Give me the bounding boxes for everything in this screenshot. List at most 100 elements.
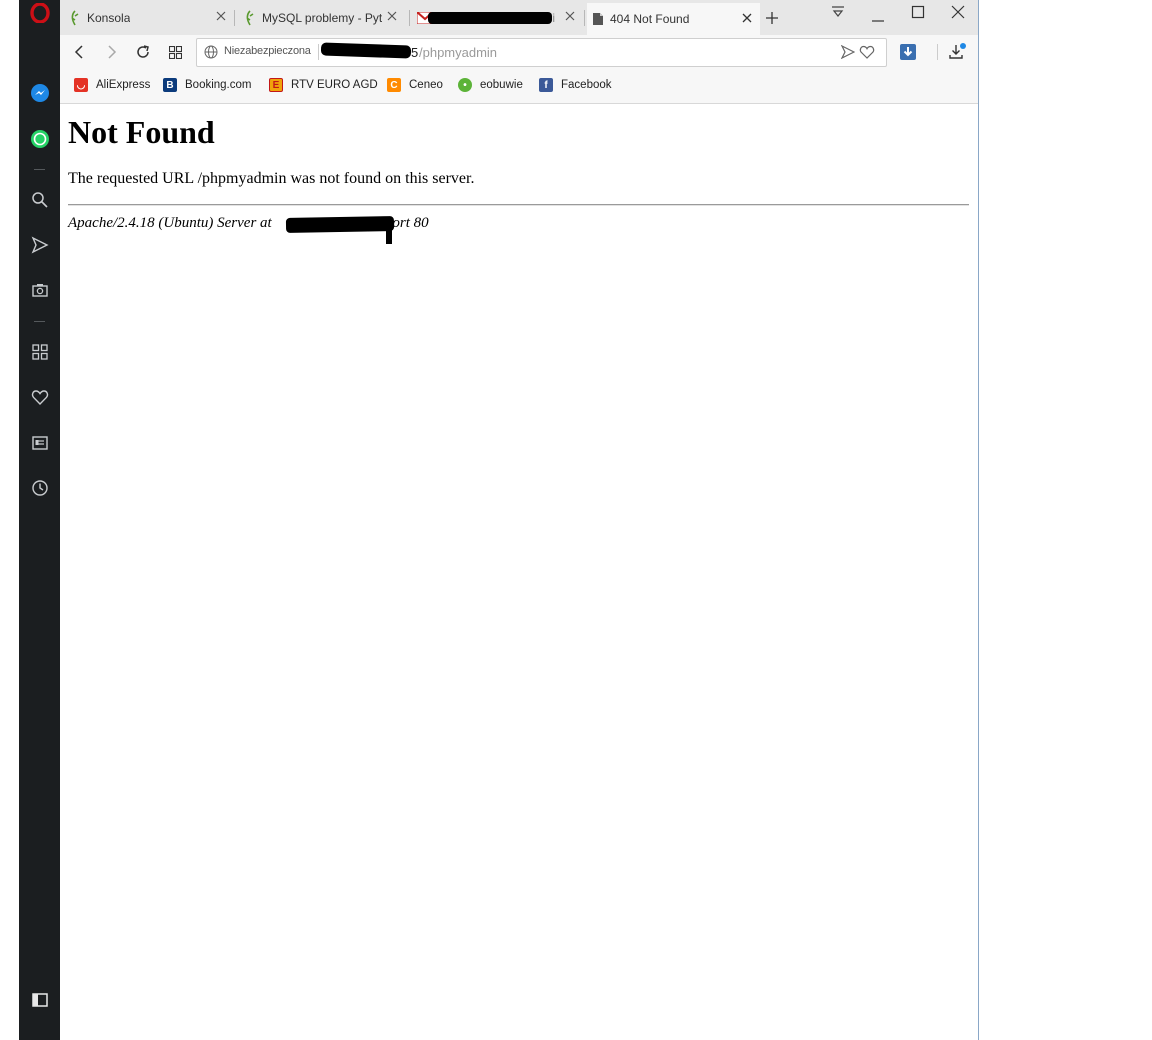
history-button[interactable]: [19, 478, 60, 498]
tab-bar: Konsola MySQL problemy - Pyt radi 404 No…: [60, 0, 978, 35]
reload-button[interactable]: [133, 42, 153, 62]
opera-sidebar: [19, 0, 60, 1040]
euro-agd-icon: E: [269, 78, 283, 92]
navigation-toolbar: Niezabezpieczona 5 /phpmyadmin: [60, 35, 978, 70]
redaction-mark: [320, 42, 412, 59]
bookmark-rtv-euro-agd[interactable]: E RTV EURO AGD: [269, 78, 378, 92]
tab-404-not-found[interactable]: 404 Not Found: [587, 3, 760, 35]
news-icon: [31, 436, 48, 450]
speed-dial-toolbar-button[interactable]: [165, 42, 185, 62]
eobuwie-icon: •: [458, 78, 472, 92]
leaf-favicon-icon: [71, 9, 79, 25]
bookmark-label: RTV EURO AGD: [291, 79, 378, 91]
clock-icon: [31, 480, 48, 496]
close-tab-icon[interactable]: [563, 9, 577, 23]
redaction-mark: [428, 12, 552, 24]
bookmarks-bar: ◡ AliExpress B Booking.com E RTV EURO AG…: [60, 70, 978, 104]
redaction-mark: [386, 226, 392, 244]
booking-icon: B: [163, 78, 177, 92]
whatsapp-button[interactable]: [19, 128, 60, 150]
sidebar-toggle-icon: [31, 993, 48, 1007]
bookmark-label: AliExpress: [96, 79, 151, 91]
bookmark-heart-icon[interactable]: [859, 44, 875, 60]
snapshot-button[interactable]: [19, 280, 60, 300]
security-label[interactable]: Niezabezpieczona: [224, 45, 311, 57]
bookmark-booking[interactable]: B Booking.com: [163, 78, 251, 92]
leaf-favicon-icon: [246, 9, 254, 25]
facebook-icon: f: [539, 78, 553, 92]
bookmark-eobuwie[interactable]: • eobuwie: [458, 78, 523, 92]
address-bar[interactable]: Niezabezpieczona 5 /phpmyadmin: [196, 38, 887, 67]
search-button[interactable]: [19, 190, 60, 210]
bookmark-label: Booking.com: [185, 79, 252, 91]
tab-title: Konsola: [87, 10, 131, 25]
signature-prefix: Apache/2.4.18 (Ubuntu) Server at: [68, 215, 272, 231]
news-button[interactable]: [19, 433, 60, 453]
tab-title: 404 Not Found: [610, 12, 690, 26]
new-tab-button[interactable]: [762, 8, 782, 28]
tab-menu-icon: [832, 6, 844, 17]
tab-separator: [234, 10, 235, 26]
heart-icon: [31, 390, 48, 406]
tab-separator: [584, 10, 585, 26]
close-tab-icon[interactable]: [214, 9, 228, 23]
opera-menu-button[interactable]: [19, 2, 60, 24]
maximize-icon: [911, 5, 925, 19]
url-host-tail: 5: [411, 45, 419, 60]
forward-icon: [108, 45, 117, 59]
bookmark-label: Ceneo: [409, 79, 443, 91]
grid-icon: [31, 344, 48, 360]
maximize-button[interactable]: [904, 1, 932, 23]
page-heading: Not Found: [68, 114, 215, 150]
back-button[interactable]: [70, 42, 90, 62]
tab-separator: [409, 10, 410, 26]
minimize-icon: [872, 20, 884, 22]
messenger-icon: [30, 84, 49, 102]
globe-icon[interactable]: [204, 45, 218, 59]
tab-title: MySQL problemy - Pyt: [262, 10, 382, 25]
camera-icon: [31, 284, 48, 297]
speed-dial-button[interactable]: [19, 342, 60, 362]
horizontal-rule: [68, 204, 969, 206]
close-window-icon: [951, 5, 965, 19]
page-favicon-icon: [593, 13, 603, 25]
tab-konsola[interactable]: Konsola: [68, 4, 230, 31]
search-icon: [31, 192, 48, 208]
bookmark-aliexpress[interactable]: ◡ AliExpress: [74, 78, 150, 92]
redaction-mark: [285, 216, 395, 233]
close-tab-icon[interactable]: [740, 11, 754, 25]
download-arrow-icon: [900, 44, 916, 60]
bookmark-label: Facebook: [561, 79, 612, 91]
bookmarks-button[interactable]: [19, 387, 60, 407]
send-to-flow-icon[interactable]: [841, 45, 855, 59]
tab-mysql-problemy[interactable]: MySQL problemy - Pyt: [243, 4, 401, 31]
bookmark-ceneo[interactable]: C Ceneo: [387, 78, 443, 92]
error-message: The requested URL /phpmyadmin was not fo…: [68, 170, 475, 187]
reload-icon: [137, 45, 149, 58]
close-window-button[interactable]: [944, 1, 972, 23]
plus-icon: [766, 12, 778, 24]
downloads-button[interactable]: [946, 42, 968, 62]
browser-window: Konsola MySQL problemy - Pyt radi 404 No…: [60, 0, 979, 1040]
forward-button[interactable]: [101, 42, 121, 62]
aliexpress-icon: ◡: [74, 78, 88, 92]
opera-logo-icon: [29, 3, 50, 23]
minimize-button[interactable]: [864, 5, 892, 27]
page-content: Not Found The requested URL /phpmyadmin …: [60, 104, 978, 1040]
sidebar-toggle-button[interactable]: [19, 990, 60, 1010]
messenger-button[interactable]: [19, 82, 60, 104]
back-icon: [74, 45, 83, 59]
save-to-pocket-button[interactable]: [898, 42, 918, 62]
sidebar-separator: [34, 169, 45, 170]
send-icon: [31, 236, 49, 254]
flow-button[interactable]: [19, 235, 60, 255]
whatsapp-icon: [30, 130, 49, 148]
toolbar-divider: [937, 44, 938, 60]
bookmark-facebook[interactable]: f Facebook: [539, 78, 612, 92]
ceneo-icon: C: [387, 78, 401, 92]
downloads-icon: [949, 43, 966, 59]
close-tab-icon[interactable]: [385, 9, 399, 23]
tab-menu-button[interactable]: [826, 2, 850, 22]
grid-icon: [168, 45, 182, 59]
bookmark-label: eobuwie: [480, 79, 523, 91]
